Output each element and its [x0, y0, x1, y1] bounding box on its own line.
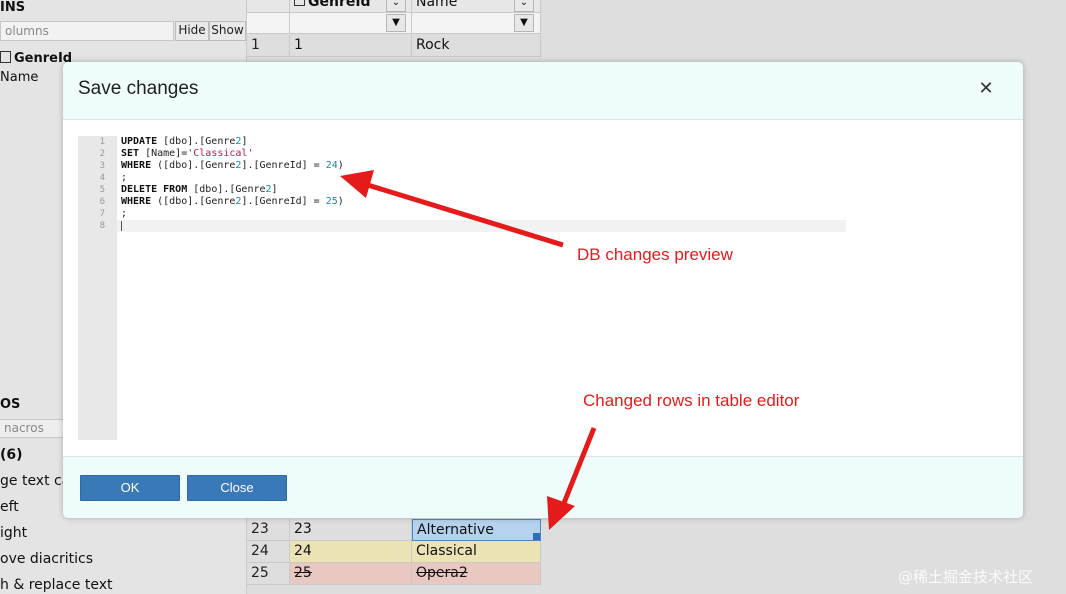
active-line-highlight	[117, 220, 846, 232]
code-line: UPDATE [dbo].[Genre2]	[121, 136, 248, 147]
primary-key-icon	[0, 51, 11, 63]
macros-panel-title: OS	[0, 397, 21, 412]
filter-row-number	[247, 13, 290, 34]
table-column-icon	[294, 0, 305, 6]
code-line: ;	[121, 172, 128, 183]
macro-item[interactable]: eft	[0, 499, 19, 515]
show-button[interactable]: Show	[209, 21, 246, 41]
column-item-name[interactable]: Name	[0, 70, 38, 85]
table-row-number[interactable]: 1	[247, 35, 290, 57]
funnel-icon[interactable]: ▼	[514, 14, 534, 32]
annotation-changed-rows: Changed rows in table editor	[583, 391, 800, 410]
columns-filter-input[interactable]: olumns	[0, 21, 174, 41]
watermark: @稀土掘金技术社区	[898, 568, 1034, 586]
table-cell-genreid[interactable]: 1	[290, 35, 412, 57]
save-changes-dialog: Save changes ✕ 1 2 3 4 5 6 7 8 UPDATE [d…	[63, 62, 1023, 518]
dialog-footer: OK Close	[63, 456, 1023, 519]
dialog-title: Save changes	[78, 78, 199, 99]
text-cursor	[121, 221, 122, 231]
code-line: ;	[121, 208, 128, 219]
macro-item[interactable]: ge text ca	[0, 473, 70, 489]
line-number-gutter: 1 2 3 4 5 6 7 8	[78, 136, 117, 440]
row-number-header	[247, 0, 290, 13]
macro-item[interactable]: ight	[0, 525, 27, 541]
table-cell-name-selected[interactable]: Alternative	[412, 519, 541, 541]
table-cell-genreid-modified[interactable]: 24	[290, 541, 412, 563]
chevron-down-icon[interactable]: ⌄	[514, 0, 534, 12]
macro-item[interactable]: h & replace text	[0, 577, 113, 593]
line-number: 5	[99, 185, 105, 195]
funnel-icon[interactable]: ▼	[386, 14, 406, 32]
code-line: WHERE ([dbo].[Genre2].[GenreId] = 25)	[121, 196, 344, 207]
table-row-number[interactable]: 23	[247, 519, 290, 541]
line-number: 6	[99, 197, 105, 207]
line-number: 3	[99, 161, 105, 171]
dialog-header: Save changes ✕	[63, 62, 1023, 120]
close-icon[interactable]: ✕	[976, 79, 996, 99]
hide-button[interactable]: Hide	[175, 21, 209, 41]
table-row-number[interactable]: 24	[247, 541, 290, 563]
dialog-body: 1 2 3 4 5 6 7 8 UPDATE [dbo].[Genre2] SE…	[63, 120, 1023, 456]
table-cell-genreid[interactable]: 23	[290, 519, 412, 541]
code-line: DELETE FROM [dbo].[Genre2]	[121, 184, 278, 195]
line-number: 7	[99, 209, 105, 219]
cell-fill-handle[interactable]	[533, 533, 540, 540]
chevron-down-icon[interactable]: ⌄	[386, 0, 406, 12]
line-number: 1	[99, 137, 105, 147]
macro-group[interactable]: (6)	[0, 447, 23, 463]
code-line: WHERE ([dbo].[Genre2].[GenreId] = 24)	[121, 160, 344, 171]
table-cell-genreid-deleted[interactable]: 25	[290, 563, 412, 585]
line-number: 8	[99, 221, 105, 231]
column-item-genreid[interactable]: GenreId	[0, 51, 72, 66]
table-cell-name-modified[interactable]: Classical	[412, 541, 541, 563]
columns-panel-title: INS	[0, 0, 26, 15]
table-cell-name-deleted[interactable]: Opera2	[412, 563, 541, 585]
table-row-number[interactable]: 25	[247, 563, 290, 585]
line-number: 4	[99, 173, 105, 183]
annotation-db-changes-preview: DB changes preview	[577, 245, 733, 264]
close-button[interactable]: Close	[187, 475, 287, 501]
line-number: 2	[99, 149, 105, 159]
code-line: SET [Name]='Classical'	[121, 148, 254, 159]
ok-button[interactable]: OK	[80, 475, 180, 501]
table-cell-name[interactable]: Rock	[412, 35, 541, 57]
macro-item[interactable]: ove diacritics	[0, 551, 93, 567]
